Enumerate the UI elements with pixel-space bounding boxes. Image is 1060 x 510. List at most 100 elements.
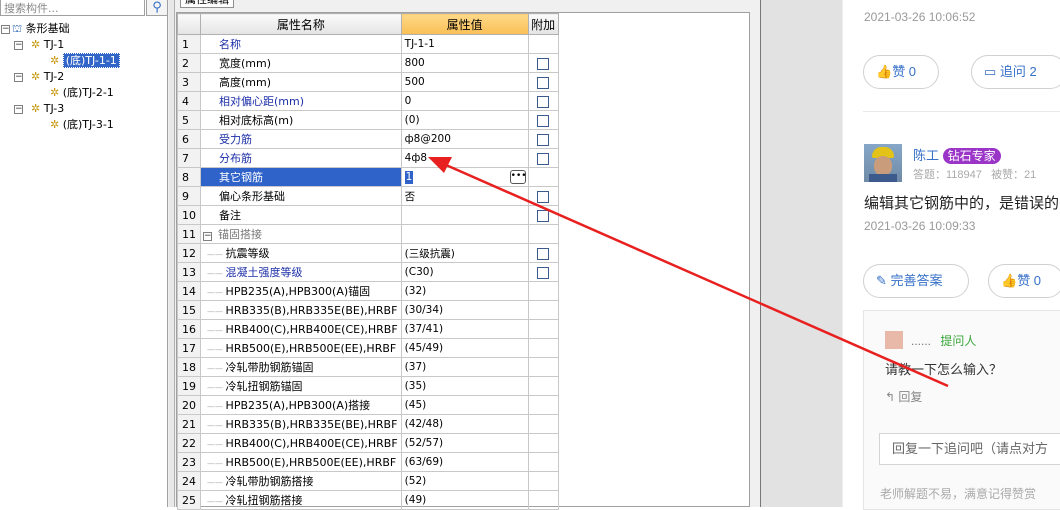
- collapse-toggle[interactable]: −: [203, 232, 212, 241]
- property-row[interactable]: 2 宽度(mm) 800: [177, 53, 559, 73]
- property-value[interactable]: (37): [400, 357, 529, 377]
- property-row[interactable]: 9 偏心条形基础 否: [177, 186, 559, 206]
- property-value[interactable]: (45/49): [400, 338, 529, 358]
- property-row[interactable]: 1 名称 TJ-1-1: [177, 34, 559, 54]
- property-row[interactable]: 24 —— 冷轧带肋钢筋搭接 (52): [177, 471, 559, 491]
- col-header-value[interactable]: 属性值: [400, 13, 529, 35]
- extra-checkbox[interactable]: [537, 190, 550, 203]
- property-row[interactable]: 10 备注: [177, 205, 559, 225]
- property-value[interactable]: 500: [400, 72, 529, 92]
- property-row[interactable]: 15 —— HRB335(B),HRB335E(BE),HRBF (30/34): [177, 300, 559, 320]
- property-value[interactable]: (30/34): [400, 300, 529, 320]
- tree-node-tj2[interactable]: ✲ TJ-2: [31, 69, 64, 85]
- more-options-button[interactable]: •••: [509, 170, 527, 184]
- extra-checkbox[interactable]: [537, 95, 550, 108]
- col-header-extra[interactable]: 附加: [527, 13, 559, 35]
- extra-checkbox[interactable]: [537, 247, 550, 260]
- col-header-name[interactable]: 属性名称: [200, 13, 402, 35]
- panel-splitter[interactable]: [169, 0, 175, 507]
- tree-root[interactable]: ⛫ 条形基础: [12, 21, 70, 37]
- property-value[interactable]: (C30): [400, 262, 529, 282]
- property-value[interactable]: 800: [400, 53, 529, 73]
- extra-checkbox[interactable]: [537, 266, 550, 279]
- extra-cell: [527, 129, 559, 149]
- tab-property-editor[interactable]: 属性编辑: [180, 0, 234, 8]
- collapse-toggle[interactable]: −: [1, 25, 10, 34]
- property-value-text: (37): [404, 361, 427, 373]
- property-row[interactable]: 5 相对底标高(m) (0): [177, 110, 559, 130]
- comment-username[interactable]: ......: [911, 334, 931, 348]
- tree-line: ——: [207, 269, 226, 278]
- property-row[interactable]: 18 —— 冷轧带肋钢筋锚固 (37): [177, 357, 559, 377]
- property-value[interactable]: (52): [400, 471, 529, 491]
- property-row[interactable]: 16 —— HRB400(C),HRB400E(CE),HRBF (37/41): [177, 319, 559, 339]
- avatar[interactable]: [885, 331, 903, 349]
- property-value[interactable]: 否: [400, 186, 529, 206]
- row-number: 23: [177, 452, 201, 472]
- search-icon[interactable]: ⚲: [146, 0, 168, 16]
- property-value-text: (45): [404, 399, 427, 411]
- property-value[interactable]: (42/48): [400, 414, 529, 434]
- property-row[interactable]: 3 高度(mm) 500: [177, 72, 559, 92]
- property-row[interactable]: 22 —— HRB400(C),HRB400E(CE),HRBF (52/57): [177, 433, 559, 453]
- property-value-text: 1: [404, 170, 414, 184]
- extra-checkbox[interactable]: [537, 114, 550, 127]
- property-name-text: 分布筋: [219, 152, 252, 165]
- property-value[interactable]: 1 •••: [400, 167, 529, 187]
- property-row[interactable]: 6 受力筋 ф8@200: [177, 129, 559, 149]
- property-value[interactable]: (35): [400, 376, 529, 396]
- extra-checkbox[interactable]: [537, 152, 550, 165]
- collapse-toggle[interactable]: −: [14, 73, 23, 82]
- tree-node-tj1[interactable]: ✲ TJ-1: [31, 37, 64, 53]
- reply-link[interactable]: ↰ 回复: [885, 388, 922, 405]
- property-row[interactable]: 17 —— HRB500(E),HRB500E(EE),HRBF (45/49): [177, 338, 559, 358]
- property-value[interactable]: (37/41): [400, 319, 529, 339]
- property-row[interactable]: 8 其它钢筋 1 •••: [177, 167, 559, 187]
- avatar[interactable]: [864, 144, 902, 182]
- property-row[interactable]: 4 相对偏心距(mm) 0: [177, 91, 559, 111]
- search-input[interactable]: 搜索构件...: [0, 0, 145, 16]
- comment-user: ...... 提问人: [911, 332, 976, 349]
- property-row[interactable]: 14 —— HPB235(A),HPB300(A)锚固 (32): [177, 281, 559, 301]
- property-row[interactable]: 20 —— HPB235(A),HPB300(A)搭接 (45): [177, 395, 559, 415]
- property-value[interactable]: (0): [400, 110, 529, 130]
- answerer-stats: 答题：118947 被赞：21: [913, 166, 1036, 182]
- followup-button[interactable]: ▭ 追问 2: [971, 55, 1060, 89]
- property-value[interactable]: TJ-1-1: [400, 34, 529, 54]
- like-button[interactable]: 👍赞 0: [988, 264, 1060, 298]
- reply-input[interactable]: 回复一下追问吧（请点对方: [879, 433, 1060, 465]
- property-row[interactable]: 23 —— HRB500(E),HRB500E(EE),HRBF (63/69): [177, 452, 559, 472]
- property-value[interactable]: (63/69): [400, 452, 529, 472]
- property-name: —— 冷轧带肋钢筋搭接: [200, 471, 402, 491]
- property-row[interactable]: 11− 锚固搭接: [177, 224, 559, 244]
- property-row[interactable]: 13 —— 混凝土强度等级 (C30): [177, 262, 559, 282]
- property-value[interactable]: (三级抗震): [400, 243, 529, 263]
- property-row[interactable]: 19 —— 冷轧扭钢筋锚固 (35): [177, 376, 559, 396]
- tree-leaf-tj2-1[interactable]: ✲ (底)TJ-2-1: [50, 85, 114, 101]
- extra-checkbox[interactable]: [537, 209, 550, 222]
- property-value[interactable]: (45): [400, 395, 529, 415]
- property-value-text: 500: [404, 76, 425, 88]
- property-value[interactable]: [400, 224, 529, 244]
- improve-answer-button[interactable]: ✎ 完善答案: [863, 264, 969, 298]
- tree-node-tj3[interactable]: ✲ TJ-3: [31, 101, 64, 117]
- like-button[interactable]: 👍赞 0: [863, 55, 939, 89]
- tree-leaf-tj1-1[interactable]: ✲ (底)TJ-1-1: [50, 53, 120, 69]
- property-row[interactable]: 7 分布筋 4ф8: [177, 148, 559, 168]
- row-number: 2: [177, 53, 201, 73]
- property-row[interactable]: 21 —— HRB335(B),HRB335E(BE),HRBF (42/48): [177, 414, 559, 434]
- property-value[interactable]: ф8@200: [400, 129, 529, 149]
- property-value[interactable]: (52/57): [400, 433, 529, 453]
- extra-checkbox[interactable]: [537, 57, 550, 70]
- collapse-toggle[interactable]: −: [14, 41, 23, 50]
- property-value[interactable]: [400, 205, 529, 225]
- property-value[interactable]: 4ф8: [400, 148, 529, 168]
- property-row[interactable]: 12 —— 抗震等级 (三级抗震): [177, 243, 559, 263]
- property-value[interactable]: (32): [400, 281, 529, 301]
- property-value[interactable]: 0: [400, 91, 529, 111]
- collapse-toggle[interactable]: −: [14, 105, 23, 114]
- extra-checkbox[interactable]: [537, 133, 550, 146]
- tree-leaf-tj3-1[interactable]: ✲ (底)TJ-3-1: [50, 117, 114, 133]
- answerer-name[interactable]: 陈工: [913, 148, 939, 163]
- extra-checkbox[interactable]: [537, 76, 550, 89]
